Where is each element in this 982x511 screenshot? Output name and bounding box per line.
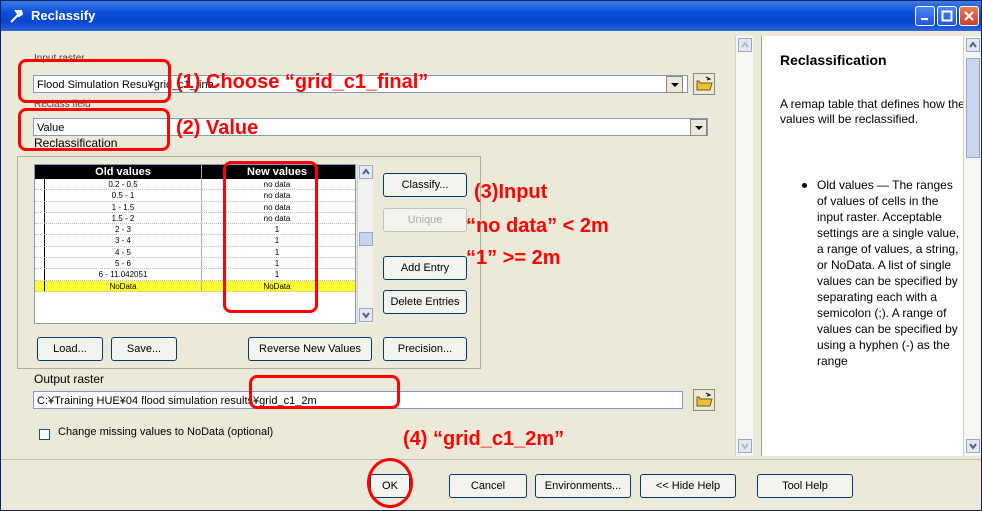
reclassify-dialog: Reclassify Input raster Flood Simulation… <box>0 0 982 511</box>
input-raster-dropdown[interactable] <box>666 76 683 93</box>
bullet-icon <box>802 183 807 188</box>
scroll-thumb[interactable] <box>359 232 373 246</box>
old-value-cell[interactable]: 6 - 11.042051 <box>45 269 202 280</box>
annotation-step3-line2: “no data” < 2m <box>466 215 609 237</box>
annotation-box-new-values <box>223 161 318 313</box>
missing-values-checkbox[interactable] <box>39 429 50 440</box>
old-value-cell[interactable]: 1 - 1.5 <box>45 201 202 212</box>
old-value-cell[interactable]: 0.2 - 0.5 <box>45 179 202 190</box>
old-value-cell[interactable]: 2 - 3 <box>45 224 202 235</box>
table-scrollbar[interactable] <box>357 164 373 324</box>
load-button[interactable]: Load... <box>37 337 103 361</box>
maximize-icon[interactable] <box>937 6 957 26</box>
precision-button[interactable]: Precision... <box>383 337 467 361</box>
missing-values-label: Change missing values to NoData (optiona… <box>58 426 274 438</box>
scroll-up-icon[interactable] <box>966 38 980 52</box>
help-scrollbar[interactable] <box>963 36 981 456</box>
scroll-down-icon[interactable] <box>966 439 980 453</box>
output-raster-label: Output raster <box>34 372 105 386</box>
annotation-circle-ok <box>367 458 413 508</box>
column-header-old[interactable]: Old values <box>45 165 202 179</box>
help-panel: Reclassification A remap table that defi… <box>761 36 981 456</box>
annotation-step1: (1) Choose “grid_c1_final” <box>176 71 429 93</box>
environments-button[interactable]: Environments... <box>535 474 631 498</box>
unique-button[interactable]: Unique <box>383 208 467 232</box>
folder-open-icon[interactable] <box>693 389 715 411</box>
dialog-footer: OK Cancel Environments... << Hide Help T… <box>1 459 981 510</box>
old-value-cell[interactable]: 3 - 4 <box>45 235 202 246</box>
scroll-up-icon[interactable] <box>738 38 752 52</box>
annotation-step3-line3: “1” >= 2m <box>466 247 561 269</box>
annotation-box-input-raster <box>18 59 171 103</box>
old-value-cell[interactable]: 1.5 - 2 <box>45 212 202 224</box>
annotation-box-reclass-field <box>18 108 170 151</box>
form-scrollbar[interactable] <box>735 36 753 456</box>
title-bar[interactable]: Reclassify <box>1 1 981 31</box>
tool-help-button[interactable]: Tool Help <box>757 474 853 498</box>
reverse-new-values-button[interactable]: Reverse New Values <box>248 337 372 361</box>
annotation-box-output-raster <box>249 375 400 409</box>
close-icon[interactable] <box>959 6 979 26</box>
scroll-down-icon[interactable] <box>738 439 752 453</box>
annotation-step2: (2) Value <box>176 117 259 139</box>
minimize-icon[interactable] <box>915 6 935 26</box>
old-value-cell[interactable]: 5 - 6 <box>45 258 202 269</box>
old-value-cell[interactable]: NoData <box>45 280 202 291</box>
hide-help-button[interactable]: << Hide Help <box>640 474 736 498</box>
scroll-thumb[interactable] <box>966 58 980 158</box>
annotation-step3-line1: (3)Input <box>474 181 548 203</box>
help-title: Reclassification <box>780 52 887 68</box>
help-bullet-text: Old values — The ranges of values of cel… <box>817 178 960 368</box>
delete-entries-button[interactable]: Delete Entries <box>383 290 467 314</box>
save-button[interactable]: Save... <box>111 337 177 361</box>
old-value-cell[interactable]: 0.5 - 1 <box>45 190 202 201</box>
scroll-down-icon[interactable] <box>359 308 373 322</box>
reclass-field-dropdown[interactable] <box>690 119 707 136</box>
hammer-icon <box>9 8 25 24</box>
classify-button[interactable]: Classify... <box>383 173 467 197</box>
scroll-up-icon[interactable] <box>359 165 373 179</box>
cancel-button[interactable]: Cancel <box>449 474 527 498</box>
folder-open-icon[interactable] <box>693 73 715 95</box>
add-entry-button[interactable]: Add Entry <box>383 256 467 280</box>
help-intro: A remap table that defines how the value… <box>780 97 965 126</box>
window-title: Reclassify <box>31 8 96 23</box>
old-value-cell[interactable]: 4 - 5 <box>45 246 202 258</box>
annotation-step4: (4) “grid_c1_2m” <box>403 428 565 450</box>
